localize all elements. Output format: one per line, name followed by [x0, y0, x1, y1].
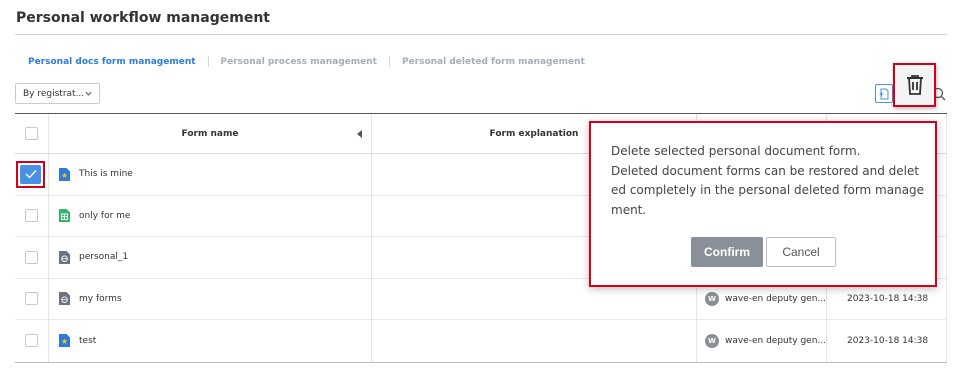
delete-confirm-dialog: Delete selected personal document form. …	[589, 121, 937, 287]
doc-star-icon	[59, 167, 70, 181]
tab-personal-process[interactable]: Personal process management	[221, 57, 377, 67]
tab-personal-docs-form[interactable]: Personal docs form management	[28, 57, 196, 67]
header-form-name[interactable]: Form name	[49, 114, 372, 153]
confirm-button[interactable]: Confirm	[691, 237, 763, 267]
form-name[interactable]: only for me	[79, 211, 130, 221]
row-form-name-cell: my forms	[49, 278, 372, 319]
row-checkbox-highlight	[16, 160, 45, 188]
table-row[interactable]: test W wave-en deputy gen... 2023-10-18 …	[15, 320, 947, 362]
delete-button[interactable]	[893, 63, 936, 107]
dialog-message-line: Deleted document forms can be restored a…	[611, 163, 920, 178]
tab-separator	[207, 56, 209, 67]
row-select-cell	[15, 278, 49, 319]
title-divider	[15, 34, 947, 35]
author-name: wave-en deputy gen...	[724, 293, 826, 304]
form-name[interactable]: my forms	[79, 294, 122, 304]
new-form-button[interactable]	[875, 84, 893, 103]
avatar: W	[705, 291, 719, 306]
row-select-cell	[15, 154, 49, 195]
form-name[interactable]: personal_1	[79, 252, 128, 262]
header-form-name-label: Form name	[181, 128, 239, 139]
sort-arrow-icon[interactable]	[357, 130, 363, 138]
row-checkbox[interactable]	[25, 209, 38, 223]
dialog-message-line: Delete selected personal document form.	[611, 144, 861, 158]
dialog-message: Delete selected personal document form. …	[611, 142, 925, 220]
sort-order-value: By registrat...	[23, 88, 85, 99]
row-select-cell	[15, 195, 49, 236]
sheet-icon	[59, 209, 70, 223]
registered-date: 2023-10-18 14:38	[847, 335, 929, 346]
dialog-message-line: ment.	[611, 202, 647, 217]
registered-date: 2023-10-18 14:38	[847, 293, 929, 304]
tab-separator	[388, 56, 390, 67]
cancel-button[interactable]: Cancel	[766, 237, 836, 267]
row-form-name-cell: personal_1	[49, 237, 372, 278]
row-form-explanation-cell	[372, 320, 697, 362]
header-select-cell	[15, 114, 49, 153]
form-name[interactable]: test	[79, 336, 96, 346]
checkmark-icon	[25, 170, 37, 179]
row-date-cell: 2023-10-18 14:38	[827, 320, 947, 362]
author: W wave-en deputy gen...	[705, 333, 826, 348]
web-doc-icon	[59, 292, 70, 306]
row-checkbox[interactable]	[25, 250, 38, 264]
row-form-name-cell: This is mine	[49, 154, 372, 195]
row-checkbox[interactable]	[25, 292, 38, 306]
form-name[interactable]: This is mine	[79, 169, 133, 179]
web-doc-icon	[59, 250, 70, 264]
row-select-cell	[15, 237, 49, 278]
row-form-name-cell: test	[49, 320, 372, 362]
tab-bar: Personal docs form management Personal p…	[28, 56, 585, 67]
row-select-cell	[15, 320, 49, 362]
dialog-message-line: ed completely in the personal deleted fo…	[611, 183, 925, 197]
row-checkbox-checked[interactable]	[20, 164, 41, 184]
header-form-explanation-label: Form explanation	[489, 128, 579, 139]
chevron-down-icon	[85, 91, 92, 96]
author: W wave-en deputy gen...	[705, 291, 826, 306]
doc-star-icon	[59, 334, 70, 348]
tab-personal-deleted-form[interactable]: Personal deleted form management	[402, 57, 585, 67]
page-title: Personal workflow management	[16, 10, 270, 26]
select-all-checkbox[interactable]	[25, 127, 38, 140]
avatar: W	[705, 333, 719, 348]
row-author-cell: W wave-en deputy gen...	[697, 320, 827, 362]
sort-order-select[interactable]: By registrat...	[15, 83, 100, 104]
row-form-name-cell: only for me	[49, 195, 372, 236]
trash-icon	[906, 75, 923, 95]
new-document-icon	[879, 88, 889, 99]
author-name: wave-en deputy gen...	[724, 335, 826, 346]
row-checkbox[interactable]	[25, 334, 38, 348]
